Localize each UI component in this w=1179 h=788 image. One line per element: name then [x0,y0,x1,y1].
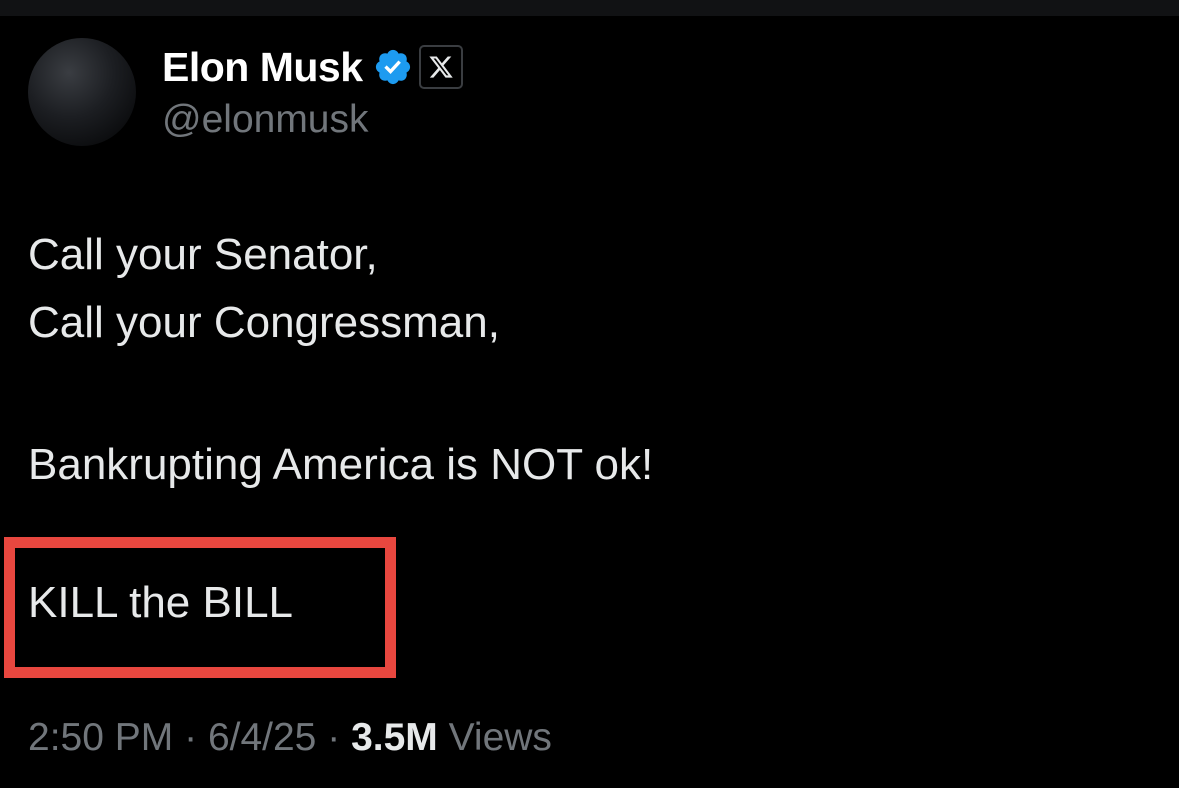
display-name[interactable]: Elon Musk [162,44,363,91]
tweet-text-line-highlighted: KILL the BILL [28,578,294,627]
affiliate-badge[interactable] [418,45,463,89]
views-label: Views [448,716,552,759]
separator: · [327,716,341,759]
top-bar [0,0,1179,16]
tweet-meta: 2:50 PM · 6/4/25 · 3.5M Views [28,716,552,760]
handle[interactable]: @elonmusk [162,98,369,142]
tweet-text-line: Call your Congressman, [28,298,500,347]
x-logo-icon [428,56,453,78]
timestamp-time[interactable]: 2:50 PM [28,716,173,759]
separator: · [184,716,198,759]
tweet-text-line: Bankrupting America is NOT ok! [28,440,654,489]
timestamp-date[interactable]: 6/4/25 [208,716,316,759]
verified-badge-icon[interactable] [373,47,413,87]
views-count[interactable]: 3.5M [351,716,438,759]
author-header: Elon Musk [162,40,463,94]
tweet-text-line: Call your Senator, [28,230,378,279]
avatar[interactable] [28,38,136,146]
